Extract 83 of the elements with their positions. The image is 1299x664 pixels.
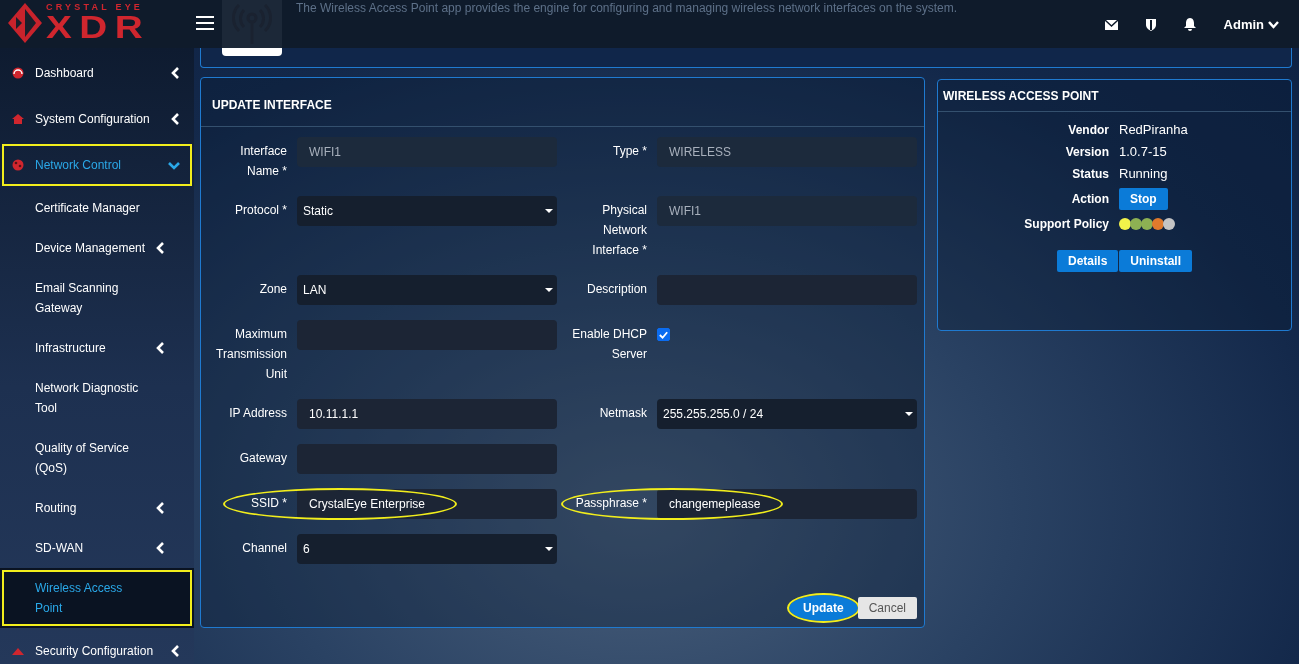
input-field[interactable]: 10.11.1.1 xyxy=(297,399,557,429)
details-button[interactable]: Details xyxy=(1057,250,1119,272)
submenu-item[interactable]: SD-WAN xyxy=(0,528,194,568)
info-label: Version xyxy=(1064,144,1109,159)
logo-wordmark: XDR xyxy=(46,12,152,43)
chevron-down-icon xyxy=(1268,20,1279,29)
globe-icon xyxy=(12,159,24,171)
menu-item[interactable]: Security Configuration xyxy=(0,628,194,664)
field-label: Channel xyxy=(241,540,287,557)
house-icon xyxy=(12,113,24,125)
dropdown[interactable]: 6 xyxy=(297,534,557,564)
field-label: Maximum Transmission Unit xyxy=(215,326,287,383)
field-label: Gateway xyxy=(238,450,287,467)
menu-item[interactable]: Network Control xyxy=(0,142,194,188)
submenu-item[interactable]: Infrastructure xyxy=(0,328,194,368)
info-label: Support Policy xyxy=(1023,217,1109,231)
dropdown[interactable]: 255.255.255.0 / 24 xyxy=(657,399,917,429)
panel-title: UPDATE INTERFACE xyxy=(201,78,924,127)
menu-label: Routing xyxy=(35,500,78,517)
app-description: The Wireless Access Point app provides the engine for configuring and managing wireless network interfaces on the system. xyxy=(296,0,958,15)
menu-label: Wireless Access Point xyxy=(35,580,124,617)
field-label: Passphrase * xyxy=(574,495,647,512)
caret-icon xyxy=(545,209,553,213)
info-value: 1.0.7-15 xyxy=(1119,144,1167,159)
menu-icon[interactable] xyxy=(196,16,214,30)
field-label: Enable DHCP Server xyxy=(571,326,647,363)
logo-tagline: CRYSTAL EYE xyxy=(46,3,144,12)
stop-button[interactable]: Stop xyxy=(1119,188,1168,210)
caret-icon xyxy=(905,412,913,416)
caret-icon xyxy=(545,547,553,551)
field-label: Type * xyxy=(611,143,647,160)
submenu-item[interactable]: Network Diagnostic Tool xyxy=(0,368,194,428)
update-button[interactable]: Update xyxy=(788,595,858,621)
info-label: Status xyxy=(1071,166,1109,181)
menu-label: Infrastructure xyxy=(35,340,107,357)
shield-icon[interactable] xyxy=(1145,18,1156,31)
input-field[interactable]: CrystalEye Enterprise xyxy=(297,489,557,519)
menu-label: Email Scanning Gateway xyxy=(35,280,120,317)
uninstall-button[interactable]: Uninstall xyxy=(1119,250,1192,272)
submenu-item[interactable]: Wireless Access Point xyxy=(0,568,194,628)
submenu-item[interactable]: Quality of Service (QoS) xyxy=(0,428,194,488)
input-field[interactable] xyxy=(297,444,557,474)
user-menu[interactable]: Admin xyxy=(1223,17,1279,32)
menu-label: SD-WAN xyxy=(35,540,85,557)
mail-icon[interactable] xyxy=(1104,19,1118,30)
field-label: IP Address xyxy=(228,405,287,422)
field-label: Protocol * xyxy=(233,202,287,219)
info-value: Running xyxy=(1119,166,1168,181)
panel-title: WIRELESS ACCESS POINT xyxy=(938,80,1291,112)
submenu-item[interactable]: Email Scanning Gateway xyxy=(0,268,194,328)
checkbox[interactable] xyxy=(657,328,670,341)
dropdown[interactable]: Static xyxy=(297,196,557,226)
input-field[interactable] xyxy=(297,320,557,350)
menu-label: Security Configuration xyxy=(35,643,155,660)
submenu-item[interactable]: Certificate Manager xyxy=(0,188,194,228)
menu-label: Quality of Service (QoS) xyxy=(35,440,131,477)
menu-label: Network Diagnostic Tool xyxy=(35,380,140,417)
field-label: SSID * xyxy=(250,495,287,512)
menu-label: Device Management xyxy=(35,240,147,257)
menu-label: Certificate Manager xyxy=(35,200,141,217)
info-label: Vendor xyxy=(1067,122,1109,137)
input-field[interactable] xyxy=(657,275,917,305)
menu-label: Network Control xyxy=(35,157,123,174)
info-label: Action xyxy=(1070,192,1109,206)
menu-item[interactable]: Dashboard xyxy=(0,50,194,96)
logo-icon xyxy=(8,3,42,43)
menu-item[interactable]: System Configuration xyxy=(0,96,194,142)
dropdown[interactable]: LAN xyxy=(297,275,557,305)
field-label: Physical Network Interface * xyxy=(591,202,647,259)
menu-label: System Configuration xyxy=(35,111,151,128)
field-label: Zone xyxy=(258,281,287,298)
field-label: Description xyxy=(585,281,647,298)
submenu-item[interactable]: Routing xyxy=(0,488,194,528)
info-value: RedPiranha xyxy=(1119,122,1188,137)
input-field[interactable]: changemeplease xyxy=(657,489,917,519)
caret-icon xyxy=(545,288,553,292)
submenu-item[interactable]: Device Management xyxy=(0,228,194,268)
cancel-button[interactable]: Cancel xyxy=(857,597,917,619)
field-label: Netmask xyxy=(598,405,647,422)
bell-icon[interactable] xyxy=(1183,18,1196,31)
menu-label: Dashboard xyxy=(35,65,95,82)
gauge-icon xyxy=(12,67,24,79)
field-label: Interface Name * xyxy=(239,143,287,180)
